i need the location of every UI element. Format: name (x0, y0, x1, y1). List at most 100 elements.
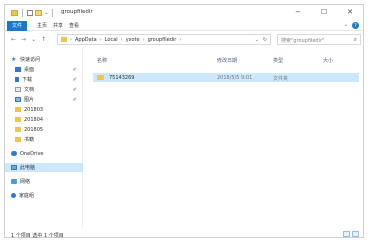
search-placeholder: 搜索"groupfiledir" (281, 38, 325, 44)
sidebar-item-label: 201804 (24, 116, 44, 123)
sidebar-item-label: 此电脑 (20, 165, 36, 171)
customize-toolbar-icon[interactable]: ⌄ (44, 10, 48, 16)
star-icon: ★ (11, 55, 17, 63)
sidebar-item-label: OneDrive (20, 150, 44, 157)
navigation-pane: ★ 快速访问 桌面 ✐ 下载 ✐ 文档 ✐ 图片 ✐ 201803 201804… (5, 49, 83, 229)
sidebar-item-label: 桌面 (24, 67, 35, 73)
properties-icon[interactable] (27, 10, 33, 16)
sidebar-item-201804[interactable]: 201804 (5, 115, 83, 124)
address-row: ← → ⌄ ↑ › AppData › Local › yxote › grou… (5, 33, 363, 47)
help-icon[interactable]: ? (352, 22, 359, 29)
cloud-icon (11, 151, 17, 156)
sidebar-item-label: 书籍 (24, 137, 35, 143)
file-name: 75143269 (109, 75, 135, 81)
address-dropdown-icon[interactable]: ⌄ (255, 37, 259, 43)
address-bar[interactable]: › AppData › Local › yxote › groupfiledir… (57, 34, 271, 45)
sidebar-item-label: 文档 (24, 87, 35, 93)
folder-icon (15, 127, 21, 132)
address-actions: ⌄ ↻ (255, 37, 267, 43)
forward-icon[interactable]: → (21, 36, 26, 43)
tab-file[interactable]: 文件 (7, 21, 27, 31)
sidebar-item-201805[interactable]: 201805 (5, 125, 83, 134)
recent-locations-icon[interactable]: ⌄ (31, 36, 36, 43)
column-headers: 名称 修改日期 类型 大小 (85, 57, 365, 65)
sidebar-item-this-pc[interactable]: 此电脑 (5, 163, 83, 172)
details-view-icon[interactable] (343, 231, 350, 237)
refresh-icon[interactable]: ↻ (263, 37, 267, 43)
sidebar-item-201803[interactable]: 201803 (5, 105, 83, 114)
download-icon (15, 77, 19, 82)
navigation-buttons: ← → ⌄ ↑ (11, 36, 46, 43)
sidebar-item-quick-access[interactable]: ★ 快速访问 (5, 55, 83, 64)
pin-icon: ✐ (72, 76, 77, 83)
breadcrumb-separator: › (179, 36, 182, 43)
pin-icon: ✐ (72, 96, 77, 103)
sidebar-item-label: 201803 (24, 106, 44, 113)
sidebar-item-documents[interactable]: 文档 ✐ (5, 85, 83, 94)
breadcrumb-separator: › (70, 36, 72, 43)
pin-icon: ✐ (72, 86, 77, 93)
large-icons-view-icon[interactable] (352, 231, 359, 237)
sidebar-item-downloads[interactable]: 下载 ✐ (5, 75, 83, 84)
sidebar-item-label: 201805 (24, 126, 44, 133)
folder-icon (97, 75, 104, 80)
table-row[interactable]: 75143269 2018/5/5 9:01 文件夹 (93, 73, 359, 82)
up-icon[interactable]: ↑ (41, 36, 46, 43)
folder-icon (11, 10, 18, 16)
breadcrumb-groupfiledir[interactable]: groupfiledir (148, 37, 177, 43)
toolbar-divider (22, 9, 23, 17)
desktop-icon (15, 67, 21, 72)
sidebar-item-label: 网络 (20, 179, 31, 185)
breadcrumb-separator: › (120, 36, 123, 43)
file-modified: 2018/5/5 9:01 (217, 75, 253, 81)
file-type: 文件夹 (273, 76, 289, 82)
column-header-type[interactable]: 类型 (273, 57, 283, 64)
column-header-name[interactable]: 名称 (97, 57, 107, 64)
breadcrumb-appdata[interactable]: AppData (75, 37, 97, 43)
ribbon-tabs: 文件 主页 共享 查看 ⌄ ? (5, 21, 363, 31)
folder-icon (61, 37, 67, 42)
column-header-size[interactable]: 大小 (323, 57, 333, 64)
sidebar-item-label: 快速访问 (20, 57, 41, 63)
back-icon[interactable]: ← (11, 36, 16, 43)
sidebar-item-label: 图片 (24, 97, 35, 103)
breadcrumb-separator: › (142, 36, 145, 43)
breadcrumb-local[interactable]: Local (105, 37, 118, 43)
minimize-button[interactable]: − (285, 5, 311, 19)
ribbon-right: ⌄ ? (344, 22, 359, 29)
sidebar-item-label: 家庭组 (19, 193, 35, 199)
picture-icon (15, 97, 21, 102)
sidebar-item-homegroup[interactable]: 家庭组 (5, 191, 83, 200)
sidebar-item-pictures[interactable]: 图片 ✐ (5, 95, 83, 104)
status-text: 1 个项目 选中 1 个项目 (11, 233, 64, 239)
file-list: 名称 修改日期 类型 大小 75143269 2018/5/5 9:01 文件夹 (85, 49, 365, 229)
search-input[interactable]: 搜索"groupfiledir" ⌕ (277, 34, 361, 45)
folder-icon (15, 107, 21, 112)
expand-ribbon-icon[interactable]: ⌄ (344, 22, 348, 29)
network-icon (11, 179, 17, 184)
sidebar-item-onedrive[interactable]: OneDrive (5, 149, 83, 158)
window-title: groupfiledir (61, 9, 93, 15)
view-toggles (343, 231, 359, 237)
column-header-modified[interactable]: 修改日期 (217, 57, 237, 64)
sidebar-item-desktop[interactable]: 桌面 ✐ (5, 65, 83, 74)
document-icon (15, 87, 21, 92)
homegroup-icon (11, 193, 16, 198)
explorer-window: ⌄ groupfiledir − ☐ ✕ 文件 主页 共享 查看 ⌄ ? ← →… (4, 4, 365, 239)
quick-access-toolbar: ⌄ (11, 9, 55, 17)
toolbar-divider (52, 9, 54, 17)
tab-view[interactable]: 查看 (65, 21, 83, 31)
status-bar: 1 个项目 选中 1 个项目 (5, 229, 363, 239)
sidebar-item-books[interactable]: 书籍 (5, 135, 83, 144)
title-bar: ⌄ groupfiledir − ☐ ✕ (5, 5, 363, 21)
pc-icon (11, 165, 17, 170)
breadcrumb-separator: › (99, 36, 102, 43)
breadcrumb-user[interactable]: yxote (126, 37, 140, 43)
new-folder-icon[interactable] (35, 10, 42, 16)
maximize-button[interactable]: ☐ (311, 5, 337, 19)
close-button[interactable]: ✕ (337, 5, 363, 19)
sidebar-item-network[interactable]: 网络 (5, 177, 83, 186)
folder-icon (15, 137, 21, 142)
sidebar-item-label: 下载 (22, 77, 33, 83)
search-icon[interactable]: ⌕ (354, 36, 357, 44)
